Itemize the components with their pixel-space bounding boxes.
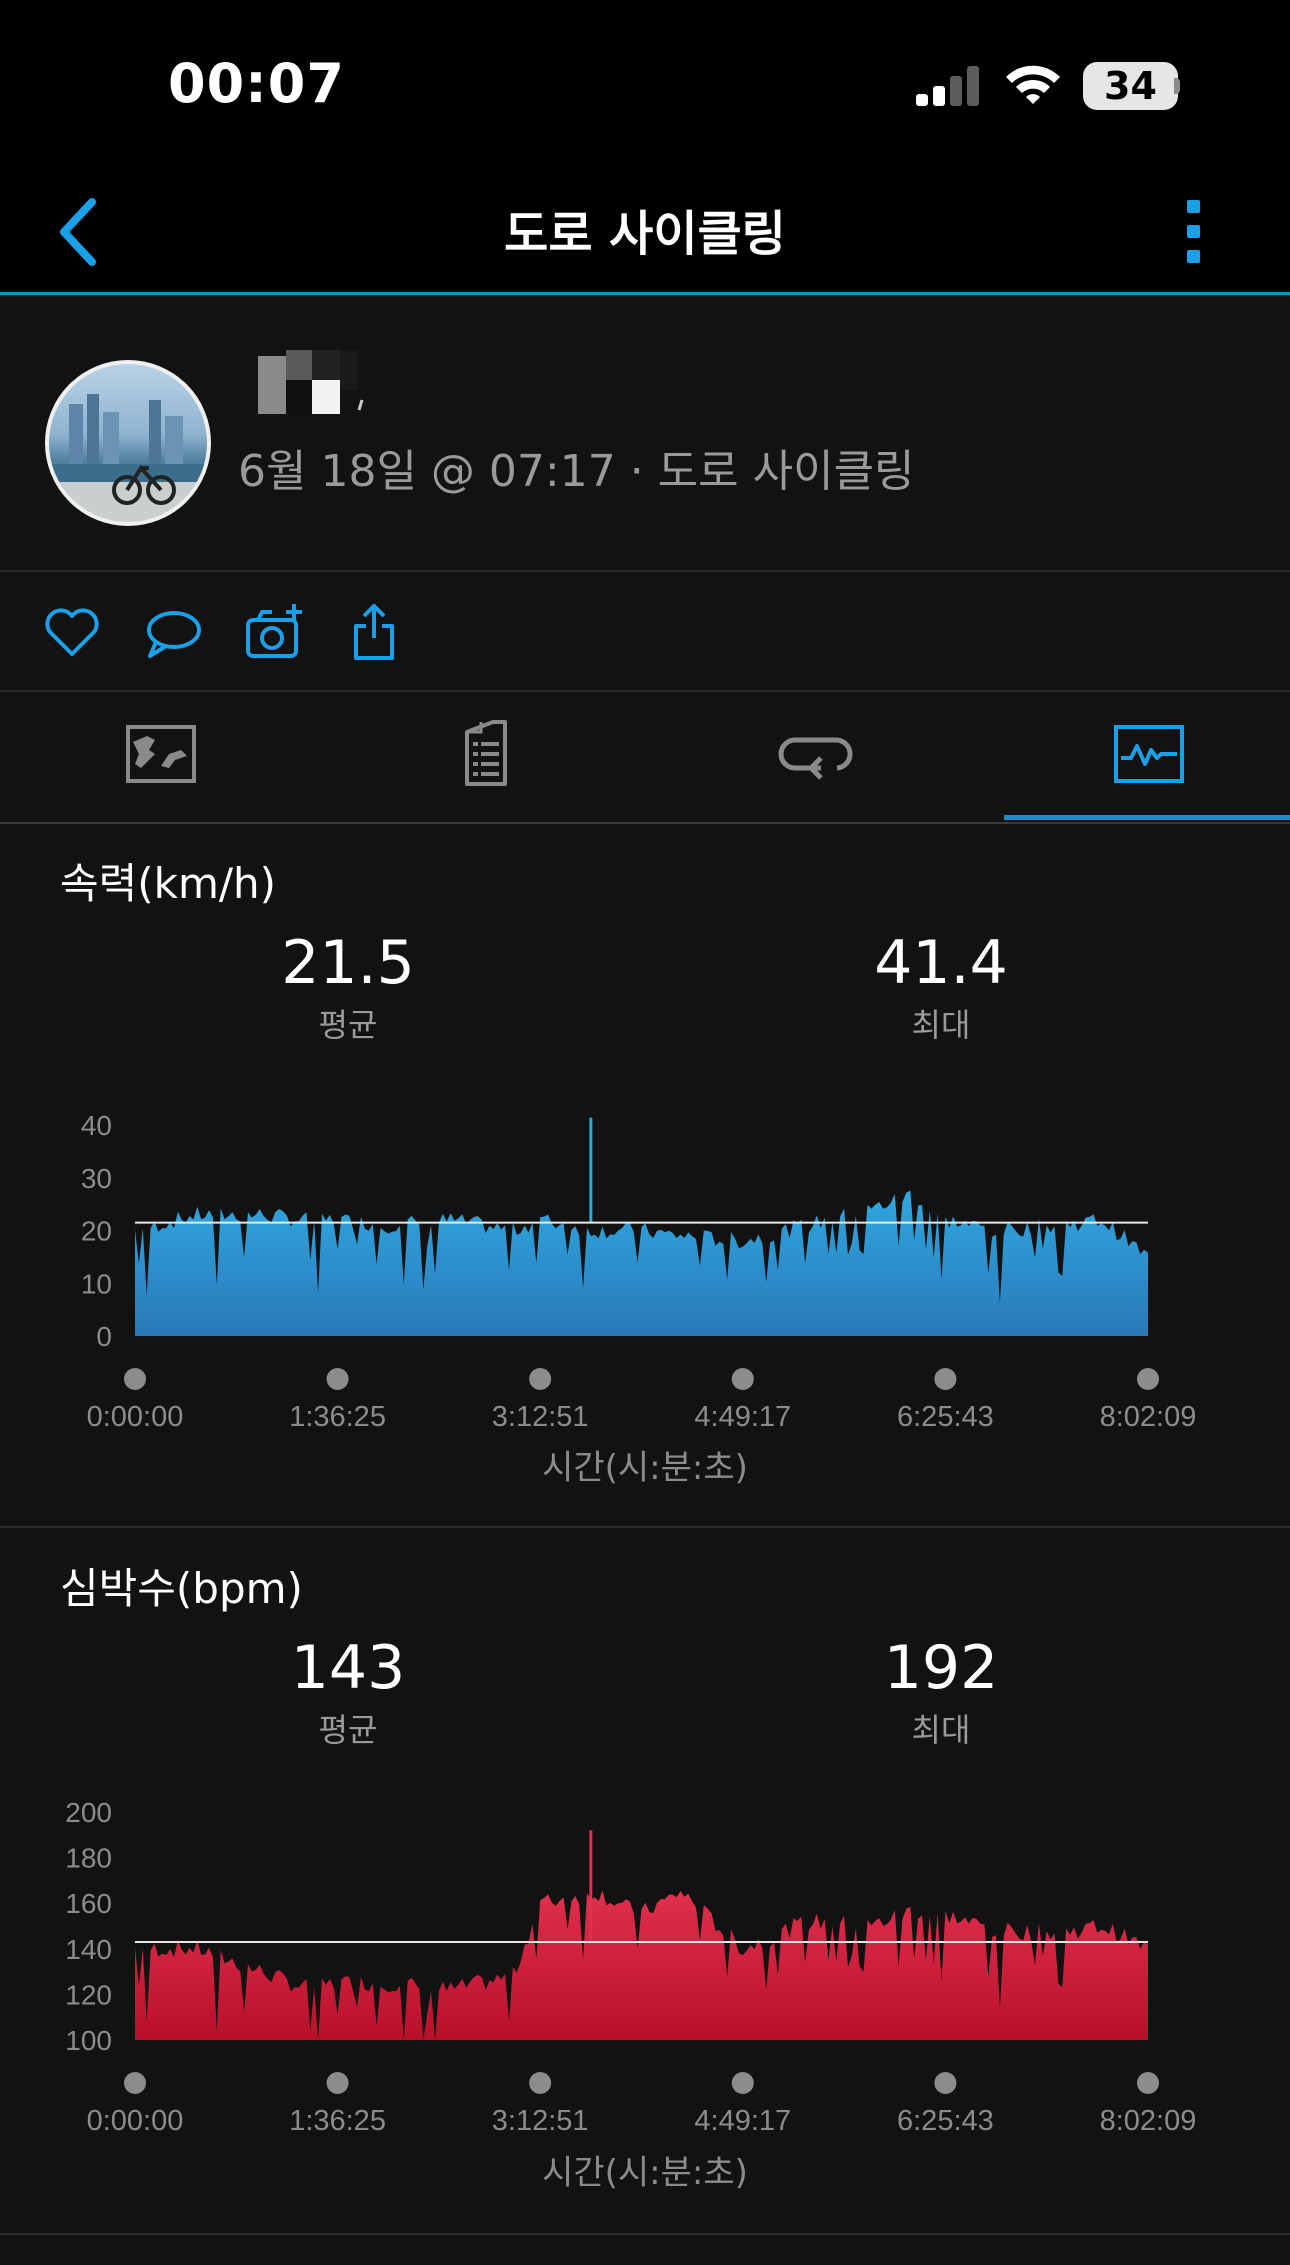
heart-rate-average-value: 143 [290, 1633, 406, 1703]
heart-rate-chart: 100 120 140 160 180 200 0:00:00 1:36:25 3:12:51 4… [65, 1797, 1197, 2137]
heart-rate-x-tick-dot [731, 2072, 754, 2094]
heart-rate-x-tick-label: 3:12:51 [492, 2105, 589, 2137]
heart-rate-x-tick-dot [934, 2072, 957, 2094]
section-divider [0, 1526, 1290, 1528]
active-tab-indicator [1004, 815, 1290, 820]
like-icon[interactable] [42, 602, 102, 662]
heart-rate-area-series [135, 1890, 1148, 2040]
speed-x-tick-label: 1:36:25 [289, 1401, 386, 1433]
heart-rate-y-tick-label: 160 [65, 1888, 112, 1919]
heart-rate-y-tick-label: 120 [65, 1979, 112, 2010]
heart-rate-y-tick-label: 100 [65, 2025, 112, 2056]
social-actions [0, 572, 1290, 692]
heart-rate-y-tick-label: 200 [65, 1797, 112, 1828]
heart-rate-x-axis-title: 시간(시:분:초) [542, 2153, 748, 2193]
speed-average-label: 평균 [318, 1006, 378, 1044]
speed-area-series [135, 1190, 1148, 1336]
battery-level: 34 [1104, 64, 1157, 108]
speed-y-tick-label: 20 [81, 1216, 112, 1247]
speed-max-label: 최대 [911, 1006, 971, 1044]
speed-y-tick-label: 30 [81, 1163, 112, 1194]
speed-average-value: 21.5 [281, 928, 415, 998]
back-button[interactable] [50, 194, 110, 270]
tab-charts[interactable] [968, 692, 1290, 820]
more-dot-icon [1187, 225, 1200, 238]
activity-header: 6월 18일 @ 07:17 · 도로 사이클링 [0, 295, 1290, 572]
speed-x-tick-label: 4:49:17 [694, 1401, 791, 1433]
more-dot-icon [1187, 250, 1200, 263]
details-icon [465, 720, 507, 786]
speed-x-tick-label: 6:25:43 [897, 1401, 994, 1433]
speed-x-tick-label: 0:00:00 [87, 1401, 184, 1433]
username-redacted [258, 350, 364, 414]
speed-x-tick-dot [934, 1368, 957, 1390]
speed-y-tick-label: 0 [96, 1321, 112, 1352]
heart-rate-average-label: 평균 [318, 1711, 378, 1749]
speed-x-tick-label: 8:02:09 [1100, 1401, 1197, 1433]
nav-bar: 도로 사이클링 [0, 170, 1290, 295]
speed-max-value: 41.4 [874, 928, 1008, 998]
tab-bar [0, 692, 1290, 824]
share-icon[interactable] [344, 602, 404, 662]
heart-rate-max-value: 192 [883, 1633, 999, 1703]
add-photo-icon[interactable] [244, 602, 304, 662]
heart-rate-x-tick-label: 4:49:17 [694, 2105, 791, 2137]
map-icon [126, 725, 196, 783]
speed-x-tick-label: 3:12:51 [492, 1401, 589, 1433]
tab-details[interactable] [323, 692, 645, 820]
charts-icon [1114, 725, 1184, 783]
heart-rate-x-tick-label: 8:02:09 [1100, 2105, 1197, 2137]
battery-cap [1174, 78, 1180, 94]
speed-y-tick-label: 40 [81, 1110, 112, 1141]
speed-x-tick-dot [1137, 1368, 1159, 1390]
tab-map[interactable] [0, 692, 322, 820]
heart-rate-x-tick-label: 1:36:25 [289, 2105, 386, 2137]
laps-icon [778, 737, 853, 780]
heart-rate-x-tick-dot [529, 2072, 552, 2094]
activity-date-type: 6월 18일 @ 07:17 · 도로 사이클링 [238, 446, 915, 497]
wifi-icon [1006, 65, 1060, 104]
heart-rate-x-tick-dot [124, 2072, 146, 2094]
speed-x-tick-dot [529, 1368, 552, 1390]
heart-rate-x-tick-label: 6:25:43 [897, 2105, 994, 2137]
heart-rate-chart-title: 심박수(bpm) [60, 1564, 303, 1613]
avatar[interactable] [45, 360, 211, 526]
speed-chart-title: 속력(km/h) [60, 859, 277, 908]
speed-chart: 0 10 20 30 40 0:00:00 1:36:25 3:12:51 4:49:17 6:2… [81, 1110, 1197, 1433]
heart-rate-x-tick-label: 0:00:00 [87, 2105, 184, 2137]
heart-rate-x-tick-dot [326, 2072, 349, 2094]
more-options-button[interactable] [1175, 192, 1215, 272]
speed-x-tick-dot [124, 1368, 146, 1390]
status-time: 00:07 [168, 52, 345, 115]
more-dot-icon [1187, 200, 1200, 213]
comment-icon[interactable] [142, 602, 202, 662]
cellular-signal-icon [916, 66, 979, 106]
page-title: 도로 사이클링 [504, 206, 786, 262]
speed-x-tick-dot [326, 1368, 349, 1390]
heart-rate-y-tick-label: 180 [65, 1843, 112, 1874]
speed-x-tick-dot [731, 1368, 754, 1390]
section-divider [0, 2233, 1290, 2235]
heart-rate-y-tick-label: 140 [65, 1934, 112, 1965]
heart-rate-max-label: 최대 [911, 1711, 971, 1749]
speed-y-tick-label: 10 [81, 1268, 112, 1299]
speed-x-axis-title: 시간(시:분:초) [542, 1448, 748, 1488]
tab-laps[interactable] [645, 692, 967, 820]
avatar-photo [49, 394, 207, 522]
heart-rate-x-tick-dot [1137, 2072, 1159, 2094]
status-bar: 00:07 34 [0, 0, 1290, 170]
battery-icon: 34 [1083, 62, 1178, 110]
